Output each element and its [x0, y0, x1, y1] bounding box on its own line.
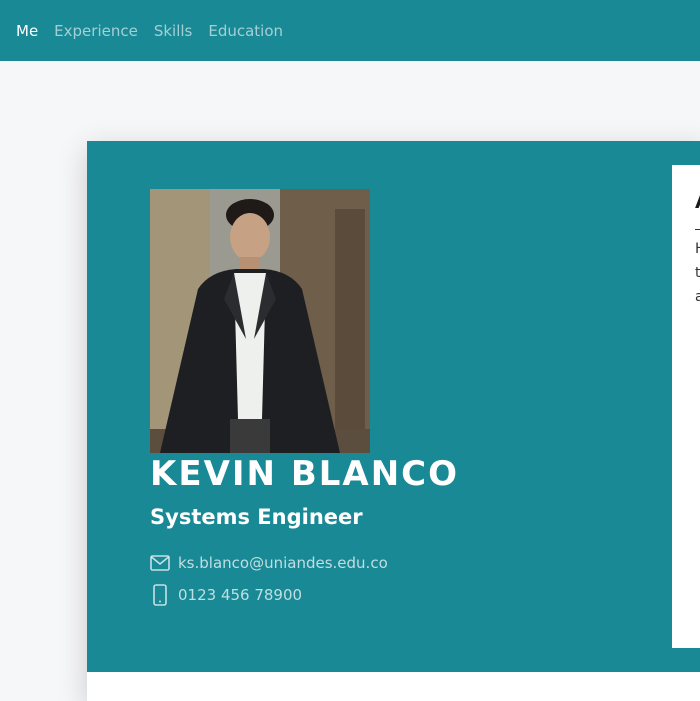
resume-card: KEVIN BLANCO Systems Engineer ks.blanco@…: [87, 141, 700, 701]
contact-phone: 0123 456 78900: [150, 584, 303, 606]
mobile-phone-icon: [150, 584, 170, 606]
profile-photo: [150, 189, 370, 453]
envelope-icon: [150, 553, 170, 573]
profile-name: KEVIN BLANCO: [150, 454, 460, 494]
profile-panel: KEVIN BLANCO Systems Engineer ks.blanco@…: [87, 141, 700, 672]
nav-link-experience[interactable]: Experience: [54, 22, 138, 40]
about-line: a: [695, 289, 700, 305]
about-line: t: [695, 265, 700, 281]
about-divider: [695, 229, 700, 230]
nav-link-skills[interactable]: Skills: [154, 22, 193, 40]
email-link[interactable]: ks.blanco@uniandes.edu.co: [178, 554, 388, 572]
profile-title: Systems Engineer: [150, 505, 363, 529]
about-line: H: [695, 237, 700, 261]
phone-number: 0123 456 78900: [178, 586, 303, 604]
nav-link-education[interactable]: Education: [208, 22, 283, 40]
nav-link-me[interactable]: Me: [16, 22, 38, 40]
contact-email: ks.blanco@uniandes.edu.co: [150, 553, 388, 573]
about-panel: A H t a: [672, 165, 700, 648]
about-text: H t a: [695, 237, 700, 309]
about-title: A: [695, 191, 700, 213]
top-navbar: Me Experience Skills Education: [0, 0, 700, 61]
